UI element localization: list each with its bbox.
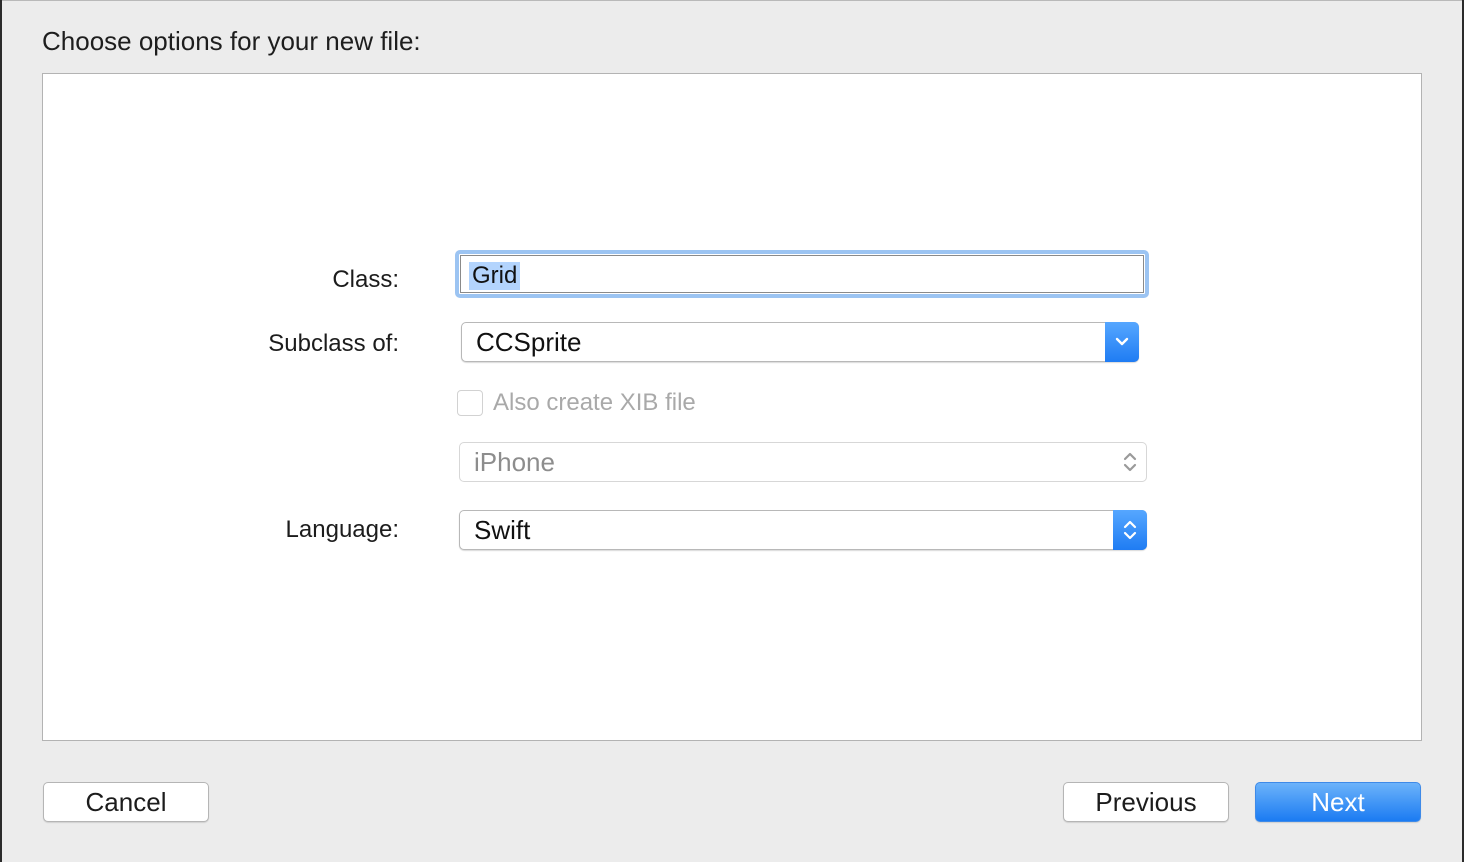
device-popup[interactable]: iPhone [459,442,1147,482]
language-label: Language: [285,516,399,543]
xib-checkbox[interactable] [457,390,483,416]
device-value: iPhone [474,447,555,477]
subclass-label: Subclass of: [268,330,399,357]
up-down-arrows-icon [1113,510,1147,550]
subclass-value: CCSprite [476,327,582,357]
options-panel: Class: Grid Subclass of: CCSprite Also c… [42,73,1422,741]
cancel-button[interactable]: Cancel [43,782,209,822]
class-name-value: Grid [469,262,521,290]
language-popup[interactable]: Swift [459,510,1147,550]
previous-button[interactable]: Previous [1063,782,1229,822]
language-value: Swift [474,515,531,545]
xib-checkbox-label: Also create XIB file [493,389,696,416]
up-down-arrows-icon [1113,442,1147,482]
class-name-field[interactable]: Grid [455,250,1149,298]
new-file-options-sheet: Choose options for your new file: Class:… [2,0,1462,862]
subclass-popup[interactable]: CCSprite [461,322,1139,362]
next-button[interactable]: Next [1255,782,1421,822]
chevron-down-icon [1105,322,1139,362]
sheet-title: Choose options for your new file: [42,26,421,56]
class-label: Class: [332,266,399,293]
